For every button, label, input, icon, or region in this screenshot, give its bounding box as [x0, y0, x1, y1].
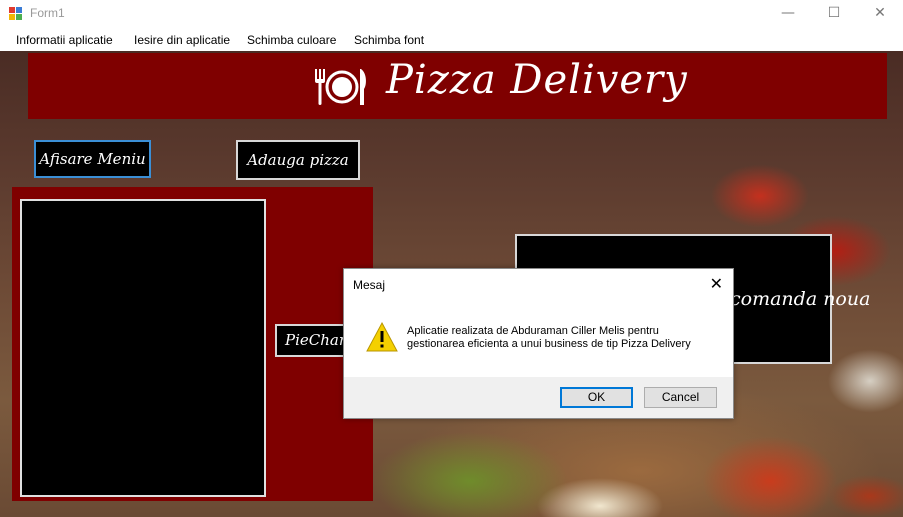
cancel-button[interactable]: Cancel [644, 387, 717, 408]
dialog-title: Mesaj [353, 278, 386, 292]
menu-bar: Informatii aplicatie Iesire din aplicati… [0, 29, 903, 51]
banner-title: Pizza Delivery [386, 57, 688, 103]
dialog-message-line-1: Aplicatie realizata de Abduraman Ciller … [407, 325, 659, 337]
warning-icon [366, 321, 398, 352]
dialog-close-icon[interactable]: ✕ [710, 274, 723, 294]
adauga-pizza-button[interactable]: Adauga pizza [236, 140, 360, 180]
piechart-button[interactable]: PieChart [275, 324, 350, 357]
minimize-button[interactable]: — [765, 0, 811, 29]
menu-iesire-din-aplicatie[interactable]: Iesire din aplicatie [130, 32, 234, 49]
menu-informatii-aplicatie[interactable]: Informatii aplicatie [12, 32, 117, 49]
close-button[interactable]: ✕ [857, 0, 903, 29]
window-title: Form1 [30, 6, 65, 20]
message-dialog: Mesaj ✕ Aplicatie realizata de Abduraman… [343, 268, 734, 419]
title-bar[interactable]: Form1 — ☐ ✕ [0, 0, 903, 29]
afisare-meniu-button[interactable]: Afisare Meniu [34, 140, 151, 178]
ok-button[interactable]: OK [560, 387, 633, 408]
app-icon [9, 7, 23, 21]
menu-schimba-font[interactable]: Schimba font [350, 32, 428, 49]
fork-plate-knife-icon [315, 69, 366, 105]
header-banner: Pizza Delivery [28, 53, 887, 119]
dialog-footer: OK Cancel [344, 377, 733, 418]
dialog-message-line-2: gestionarea eficienta a unui business de… [407, 338, 691, 350]
menu-schimba-culoare[interactable]: Schimba culoare [243, 32, 340, 49]
menu-display-box [20, 199, 266, 497]
dialog-message: Aplicatie realizata de Abduraman Ciller … [407, 325, 727, 351]
comanda-noua-label: comanda noua [730, 288, 871, 310]
maximize-button[interactable]: ☐ [811, 0, 857, 29]
